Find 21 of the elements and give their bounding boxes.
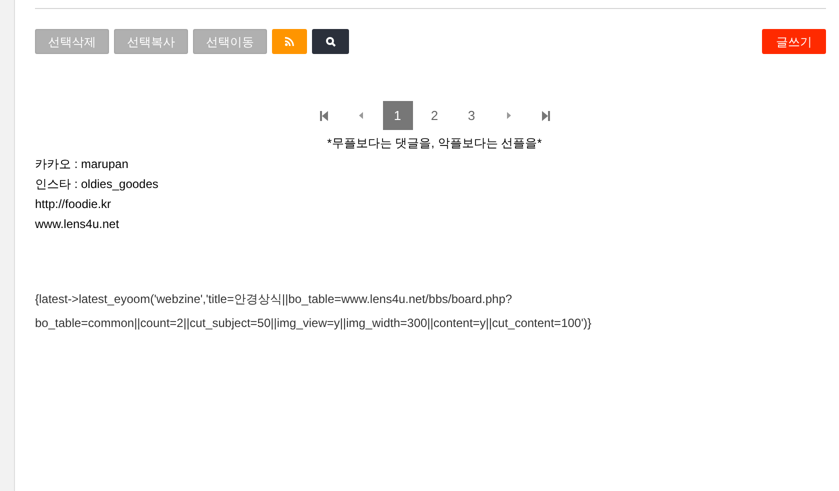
template-code-text: bo_table=common||count=2||cut_subject=50||img_view=y||img_width=300||content=y||cut_content=100')} <box>35 315 592 332</box>
search-button[interactable] <box>312 29 349 54</box>
previous-page-icon <box>358 112 362 119</box>
rss-icon <box>285 37 294 46</box>
motto-text: *무플보다는 댓글을, 악플보다는 선플을* <box>326 135 543 152</box>
page-link[interactable]: 3 <box>456 101 486 130</box>
contact-text: 인스타 : oldies_goodes <box>35 176 158 193</box>
toolbar-button[interactable]: 선택삭제 <box>35 29 109 54</box>
last-page-icon <box>542 110 550 120</box>
toolbar-button[interactable]: 선택이동 <box>193 29 267 54</box>
template-code-text: {latest->latest_eyoom('webzine','title=안경상식||bo_table=www.lens4u.net/bbs/board.php? <box>35 291 512 308</box>
search-icon <box>326 36 336 46</box>
page-link[interactable]: 1 <box>382 101 412 130</box>
page-link[interactable]: 2 <box>420 101 450 130</box>
next-page-icon <box>506 112 510 119</box>
contact-text: 카카오 : marupan <box>35 156 128 173</box>
toolbar-button[interactable]: 선택복사 <box>114 29 188 54</box>
contact-text: http://foodie.kr <box>35 196 112 213</box>
contact-text: www.lens4u.net <box>35 216 120 233</box>
first-page-icon <box>320 110 328 120</box>
write-button[interactable]: 글쓰기 <box>762 29 826 54</box>
